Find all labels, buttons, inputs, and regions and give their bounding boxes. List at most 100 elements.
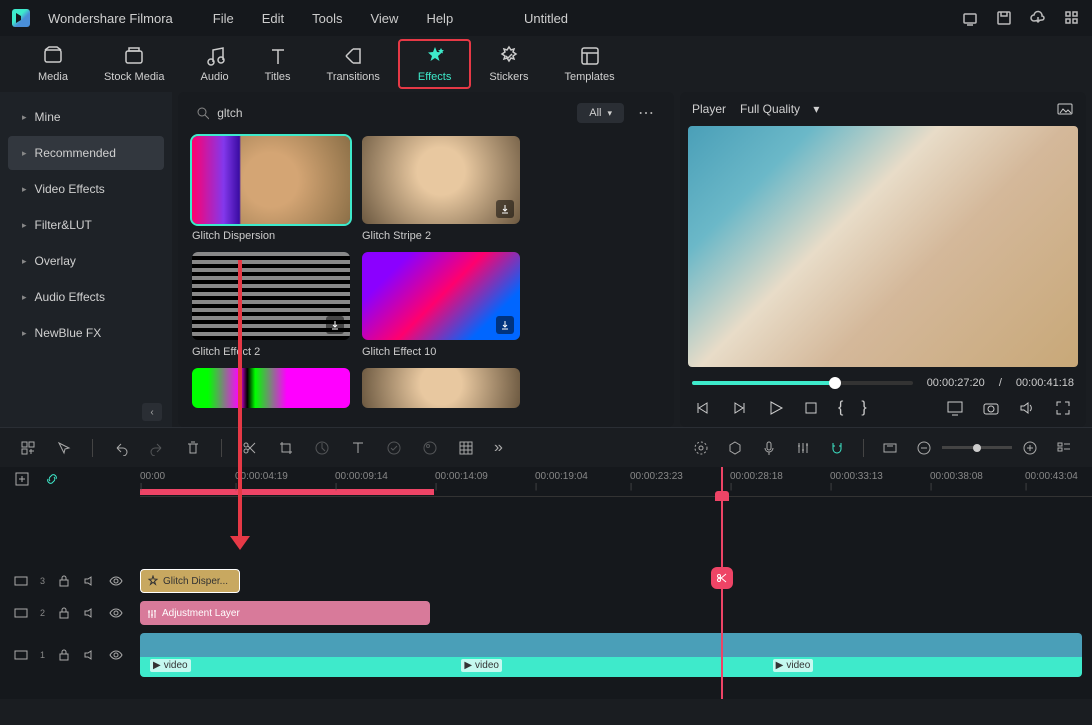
timeline-track-2[interactable]: 2 Adjustment Layer (0, 597, 1092, 629)
play-icon[interactable] (766, 399, 784, 417)
select-tool-icon[interactable] (56, 440, 72, 456)
track-icon[interactable] (14, 606, 28, 620)
redo-icon[interactable] (149, 440, 165, 456)
render-icon[interactable] (882, 440, 898, 456)
speed-icon[interactable] (314, 440, 330, 456)
preview-scrubber[interactable] (692, 381, 913, 385)
timeline-track-1[interactable]: 1 ▶ video ▶ video ▶ video (0, 629, 1092, 681)
mute-icon[interactable] (83, 606, 97, 620)
device-icon[interactable] (962, 10, 978, 26)
play-in-icon[interactable] (730, 399, 748, 417)
fullscreen-icon[interactable] (1054, 399, 1072, 417)
lock-icon[interactable] (57, 574, 71, 588)
zoom-out-icon[interactable] (916, 440, 932, 456)
effect-partial-1[interactable] (192, 368, 350, 408)
stock-media-tab[interactable]: Stock Media (86, 41, 183, 87)
effect-thumbnail[interactable] (362, 252, 520, 340)
more-options-button[interactable]: ⋯ (634, 103, 660, 123)
sidebar-item-audio-effects[interactable]: Audio Effects (8, 280, 164, 314)
templates-tab[interactable]: Templates (546, 41, 632, 87)
effect-thumbnail[interactable] (192, 368, 350, 408)
effect-glitch-dispersion[interactable]: Glitch Dispersion (192, 136, 350, 242)
effects-tab[interactable]: Effects (398, 39, 471, 89)
effect-thumbnail[interactable] (362, 368, 520, 408)
prev-frame-icon[interactable] (694, 399, 712, 417)
download-icon[interactable] (496, 200, 514, 218)
color-icon[interactable] (422, 440, 438, 456)
lock-icon[interactable] (57, 648, 71, 662)
stop-icon[interactable] (802, 399, 820, 417)
sidebar-item-mine[interactable]: Mine (8, 100, 164, 134)
display-icon[interactable] (946, 399, 964, 417)
effect-glitch-effect-10[interactable]: Glitch Effect 10 (362, 252, 520, 358)
magnet-icon[interactable] (829, 440, 845, 456)
split-at-playhead-icon[interactable] (711, 567, 733, 589)
effect-glitch-stripe-2[interactable]: Glitch Stripe 2 (362, 136, 520, 242)
clip-effect[interactable]: Glitch Disper... (140, 569, 240, 593)
zoom-in-icon[interactable] (1022, 440, 1038, 456)
effect-thumbnail[interactable] (362, 136, 520, 224)
keyframe-icon[interactable] (386, 440, 402, 456)
transitions-tab[interactable]: Transitions (309, 41, 398, 87)
preview-mode[interactable]: Player (692, 102, 726, 116)
media-tab[interactable]: Media (20, 41, 86, 87)
cloud-icon[interactable] (1030, 10, 1046, 26)
effect-thumbnail[interactable] (192, 136, 350, 224)
text-tool-icon[interactable] (350, 440, 366, 456)
delete-icon[interactable] (185, 440, 201, 456)
visibility-icon[interactable] (109, 648, 123, 662)
sidebar-item-recommended[interactable]: Recommended (8, 136, 164, 170)
download-icon[interactable] (326, 316, 344, 334)
effect-thumbnail[interactable] (192, 252, 350, 340)
sidebar-collapse-button[interactable]: ‹ (142, 403, 162, 421)
playhead[interactable] (721, 467, 723, 699)
sidebar-item-filter-lut[interactable]: Filter&LUT (8, 208, 164, 242)
sidebar-item-newblue-fx[interactable]: NewBlue FX (8, 316, 164, 350)
split-icon[interactable] (242, 440, 258, 456)
track-icon[interactable] (14, 574, 28, 588)
sidebar-item-overlay[interactable]: Overlay (8, 244, 164, 278)
marker-a-icon[interactable] (693, 440, 709, 456)
titles-tab[interactable]: Titles (247, 41, 309, 87)
add-track-icon[interactable] (20, 440, 36, 456)
effect-partial-2[interactable] (362, 368, 520, 408)
mark-in-icon[interactable]: { (838, 399, 843, 417)
snapshot-icon[interactable] (1056, 100, 1074, 118)
search-input[interactable] (217, 106, 563, 120)
sidebar-item-video-effects[interactable]: Video Effects (8, 172, 164, 206)
search-field[interactable] (192, 102, 567, 124)
link-icon[interactable] (44, 471, 60, 487)
add-marker-icon[interactable] (14, 471, 30, 487)
track-icon[interactable] (14, 648, 28, 662)
more-tools-icon[interactable]: » (494, 439, 503, 457)
menu-edit[interactable]: Edit (262, 11, 284, 26)
menu-help[interactable]: Help (426, 11, 453, 26)
menu-file[interactable]: File (213, 11, 234, 26)
timeline[interactable]: 00:00 00:00:04:19 00:00:09:14 00:00:14:0… (0, 467, 1092, 699)
camera-icon[interactable] (982, 399, 1000, 417)
preview-viewport[interactable] (688, 126, 1078, 367)
mark-out-icon[interactable]: } (861, 399, 866, 417)
mic-icon[interactable] (761, 440, 777, 456)
clip-video[interactable]: ▶ video ▶ video ▶ video (140, 633, 1082, 677)
filter-dropdown[interactable]: All▾ (577, 103, 624, 123)
grid-icon[interactable] (458, 440, 474, 456)
mixer-icon[interactable] (795, 440, 811, 456)
marker-b-icon[interactable] (727, 440, 743, 456)
mute-icon[interactable] (83, 574, 97, 588)
crop-icon[interactable] (278, 440, 294, 456)
menu-tools[interactable]: Tools (312, 11, 342, 26)
clip-adjustment[interactable]: Adjustment Layer (140, 601, 430, 625)
stickers-tab[interactable]: Stickers (471, 41, 546, 87)
zoom-slider[interactable] (942, 446, 1012, 449)
lock-icon[interactable] (57, 606, 71, 620)
mute-icon[interactable] (83, 648, 97, 662)
volume-icon[interactable] (1018, 399, 1036, 417)
timeline-track-3[interactable]: 3 Glitch Disper... (0, 565, 1092, 597)
visibility-icon[interactable] (109, 574, 123, 588)
save-icon[interactable] (996, 10, 1012, 26)
timeline-ruler[interactable]: 00:00 00:00:04:19 00:00:09:14 00:00:14:0… (140, 467, 1092, 497)
visibility-icon[interactable] (109, 606, 123, 620)
menu-view[interactable]: View (370, 11, 398, 26)
preview-quality-dropdown[interactable]: Full Quality ▾ (740, 102, 819, 116)
